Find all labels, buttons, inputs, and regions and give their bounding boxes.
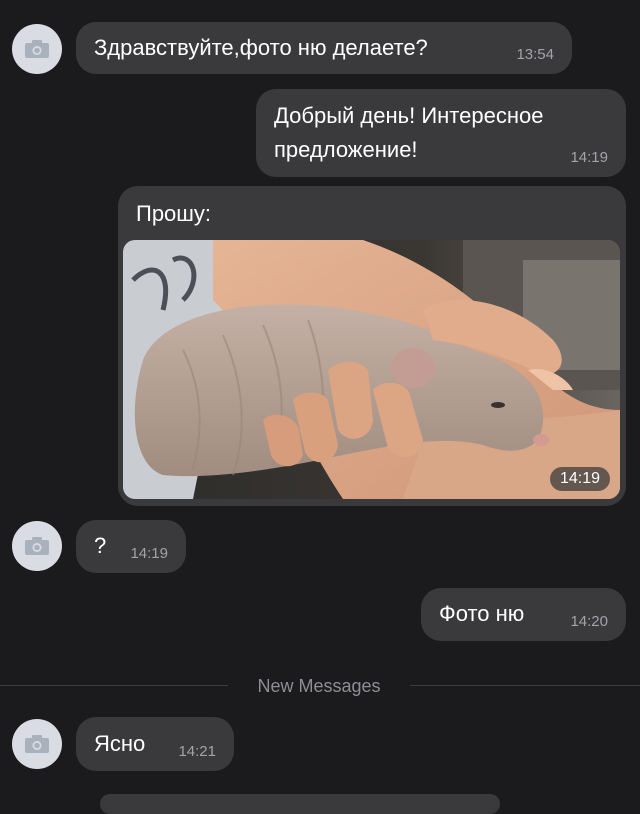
message-time: 14:19	[570, 149, 608, 166]
photo-time: 14:19	[549, 467, 610, 491]
message-text: Добрый день! Интересное предложение!	[274, 103, 544, 162]
message-text: Здравствуйте,фото ню делаете?	[94, 35, 428, 60]
camera-icon	[25, 40, 49, 58]
camera-icon	[25, 735, 49, 753]
contact-avatar[interactable]	[12, 521, 62, 571]
new-messages-divider: New Messages	[0, 672, 640, 700]
message-time: 14:20	[570, 613, 608, 630]
contact-avatar[interactable]	[12, 719, 62, 769]
partial-message-bubble[interactable]	[100, 794, 500, 814]
chat-thread[interactable]: Здравствуйте,фото ню делаете? 13:54 Добр…	[0, 0, 640, 814]
message-time: 14:19	[130, 545, 168, 562]
message-text: Ясно	[94, 731, 146, 756]
message-time: 13:54	[516, 46, 554, 63]
outgoing-message-bubble[interactable]: Фото ню 14:20	[421, 588, 626, 641]
outgoing-message-bubble[interactable]: Добрый день! Интересное предложение! 14:…	[256, 89, 626, 177]
message-time: 14:21	[178, 743, 216, 760]
divider-line	[410, 685, 640, 686]
message-text: Прошу:	[136, 201, 212, 226]
incoming-message-bubble[interactable]: Здравствуйте,фото ню делаете? 13:54	[76, 22, 572, 74]
camera-icon	[25, 537, 49, 555]
incoming-message-bubble[interactable]: ? 14:19	[76, 520, 186, 573]
photo-attachment[interactable]: 14:19	[123, 240, 620, 499]
hairless-rat-in-hand-image	[123, 240, 620, 499]
contact-avatar[interactable]	[12, 24, 62, 74]
divider-line	[0, 685, 228, 686]
message-text: ?	[94, 533, 107, 558]
message-text: Фото ню	[439, 601, 525, 626]
incoming-message-bubble[interactable]: Ясно 14:21	[76, 717, 234, 771]
divider-label: New Messages	[257, 676, 381, 696]
